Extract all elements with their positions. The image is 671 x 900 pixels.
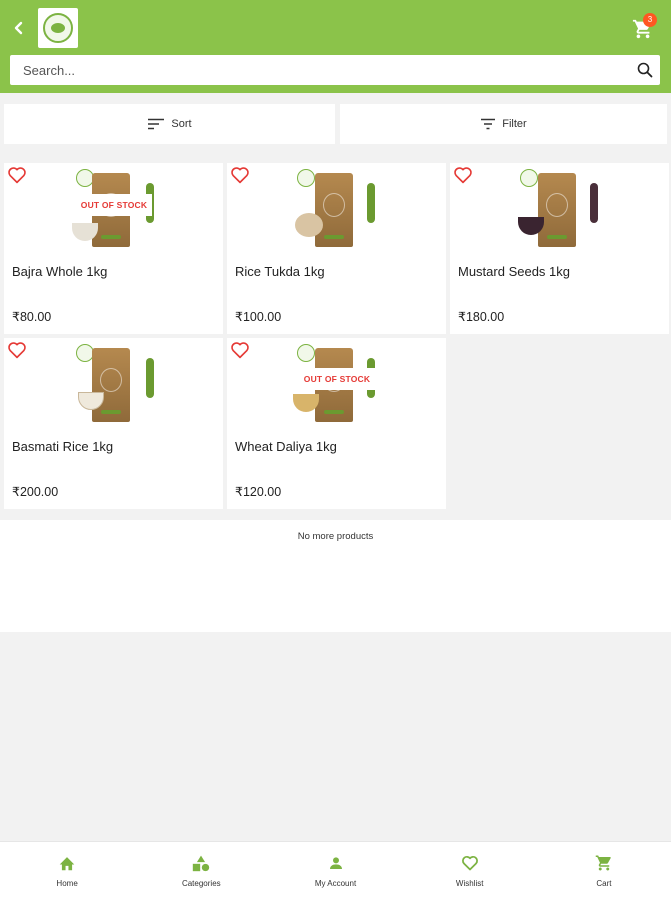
product-card[interactable]: OUT OF STOCK Wheat Daliya 1kg ₹120.00: [227, 338, 446, 509]
product-card[interactable]: Mustard Seeds 1kg ₹180.00: [450, 163, 669, 334]
wishlist-heart-icon[interactable]: [230, 341, 250, 359]
search-icon: [637, 62, 653, 78]
out-of-stock-badge: OUT OF STOCK: [76, 194, 152, 216]
nav-label: Wishlist: [455, 879, 484, 888]
product-name: Bajra Whole 1kg: [12, 264, 108, 279]
sort-icon: [147, 118, 165, 130]
sort-button[interactable]: Sort: [4, 104, 335, 144]
store-logo[interactable]: [38, 8, 78, 48]
chevron-left-icon: [14, 21, 23, 35]
search-button[interactable]: [630, 55, 660, 85]
search-input[interactable]: [10, 55, 630, 85]
home-icon: [57, 853, 77, 873]
no-more-products-text: No more products: [297, 531, 374, 542]
product-name: Wheat Daliya 1kg: [235, 439, 337, 454]
cart-icon: [594, 853, 614, 873]
filter-button[interactable]: Filter: [340, 104, 667, 144]
nav-cart[interactable]: Cart: [537, 842, 671, 900]
wishlist-heart-icon[interactable]: [453, 166, 473, 184]
product-card[interactable]: Basmati Rice 1kg ₹200.00: [4, 338, 223, 509]
nav-label: My Account: [314, 879, 357, 888]
nav-label: Categories: [181, 879, 221, 888]
product-price: ₹100.00: [235, 310, 282, 324]
product-price: ₹120.00: [235, 485, 282, 499]
product-image: [62, 342, 172, 428]
nav-label: Cart: [596, 879, 612, 888]
product-price: ₹180.00: [458, 310, 505, 324]
wishlist-heart-icon[interactable]: [230, 166, 250, 184]
product-image: [508, 167, 618, 253]
cart-count-badge: 3: [643, 13, 657, 27]
logo-emblem: [43, 13, 73, 43]
header-cart-button[interactable]: 3: [630, 13, 660, 42]
sort-label: Sort: [171, 118, 192, 130]
out-of-stock-badge: OUT OF STOCK: [299, 368, 375, 390]
nav-wishlist[interactable]: Wishlist: [403, 842, 537, 900]
wishlist-heart-icon[interactable]: [7, 341, 27, 359]
nav-my-account[interactable]: My Account: [268, 842, 402, 900]
product-price: ₹200.00: [12, 485, 59, 499]
app-header: 3: [0, 0, 671, 93]
filter-icon: [480, 118, 496, 130]
back-button[interactable]: [8, 17, 30, 39]
wishlist-heart-icon[interactable]: [7, 166, 27, 184]
bottom-navigation: Home Categories My Account Wishlist Cart: [0, 841, 671, 900]
nav-label: Home: [56, 879, 78, 888]
account-icon: [326, 853, 346, 873]
search-bar: [10, 55, 660, 85]
product-name: Basmati Rice 1kg: [12, 439, 114, 454]
product-card[interactable]: OUT OF STOCK Bajra Whole 1kg ₹80.00: [4, 163, 223, 334]
product-image: [285, 167, 395, 253]
heart-icon: [460, 853, 480, 873]
categories-icon: [191, 853, 211, 873]
product-price: ₹80.00: [12, 310, 52, 324]
nav-home[interactable]: Home: [0, 842, 134, 900]
product-card[interactable]: Rice Tukda 1kg ₹100.00: [227, 163, 446, 334]
nav-categories[interactable]: Categories: [134, 842, 268, 900]
product-name: Rice Tukda 1kg: [235, 264, 325, 279]
filter-label: Filter: [502, 118, 527, 130]
product-name: Mustard Seeds 1kg: [458, 264, 571, 279]
